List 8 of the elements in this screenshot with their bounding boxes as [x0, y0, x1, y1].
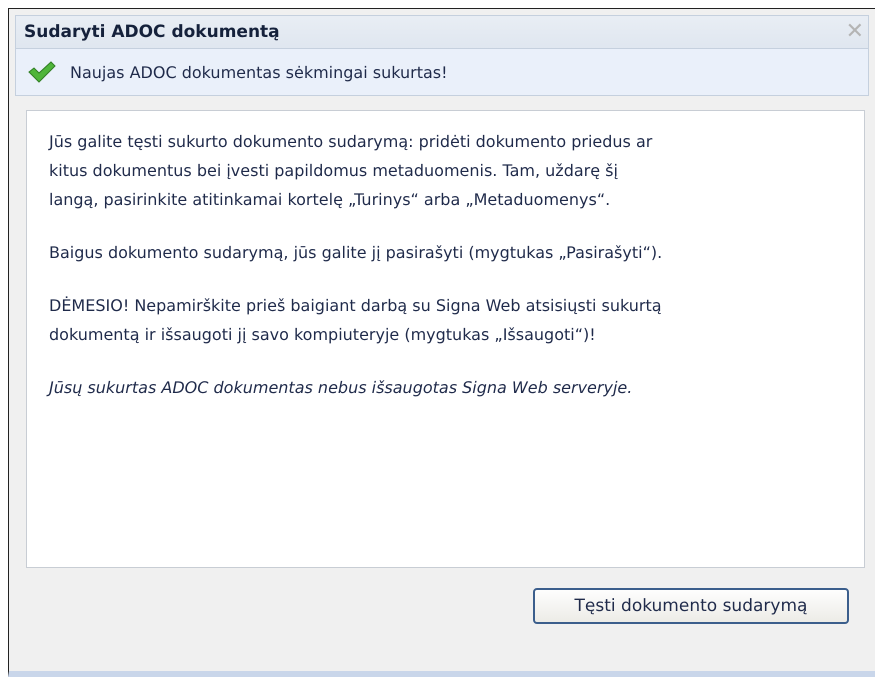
message-paragraph: DĖMESIO! Nepamirškite prieš baigiant darbą su Signa Web atsisiųsti sukurtą dokumentą ir išsaugoti jį savo kompiuteryje (mygtukas „Išsaugoti“)!: [49, 295, 663, 346]
checkmark-icon: [28, 61, 56, 83]
message-paragraph: Jūsų sukurtas ADOC dokumentas nebus išsaugotas Signa Web serveryje.: [49, 373, 842, 402]
continue-button[interactable]: Tęsti dokumento sudarymą: [533, 588, 849, 624]
message-paragraph: Jūs galite tęsti sukurto dokumento sudarymą: pridėti dokumento priedus ar kitus dokumentus bei įvesti papildomus metaduomenis. Tam, uždarę šį langą, pasirinkite atitinkamai kortelę „Turinys“ arba „Metaduomenys“.: [49, 131, 654, 211]
success-message: Naujas ADOC dokumentas sėkmingai sukurtas!: [70, 62, 448, 82]
window-title: Sudaryti ADOC dokumentą: [24, 22, 280, 42]
message-paragraph: Baigus dokumento sudarymą, jūs galite jį pasirašyti (mygtukas „Pasirašyti“).: [49, 242, 664, 264]
